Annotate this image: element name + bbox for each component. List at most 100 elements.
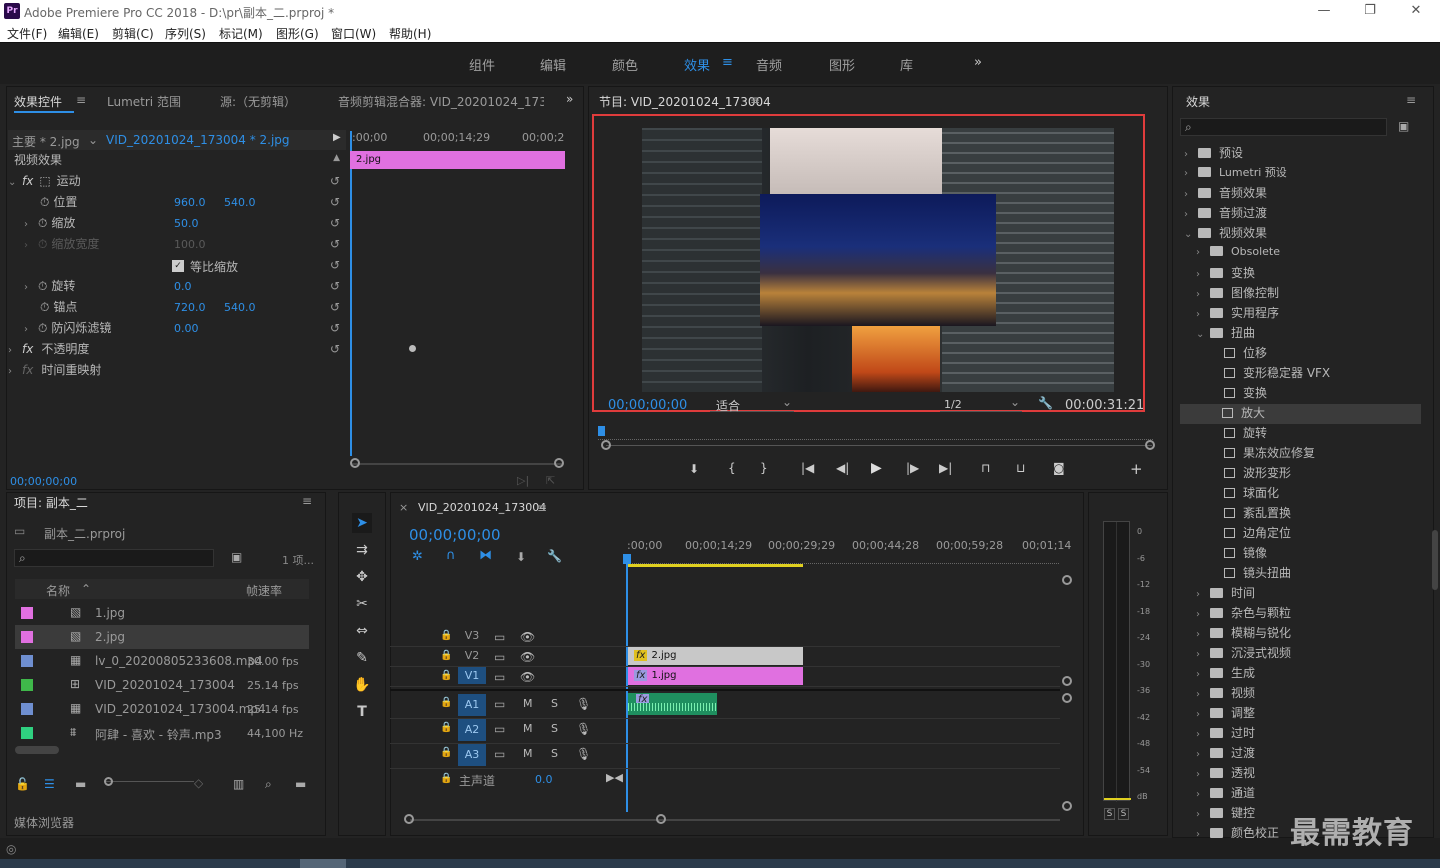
reset-icon[interactable]: ↺	[330, 279, 340, 293]
project-menu-icon[interactable]: ≡	[302, 494, 312, 508]
voice-over-record-icon[interactable]: 🎙	[576, 722, 591, 736]
uniform-scale-checkbox[interactable]: ✓	[172, 260, 184, 272]
stopwatch-icon[interactable]: ⏱	[38, 279, 47, 293]
step-back-icon[interactable]: ◀|	[836, 461, 849, 475]
time-remap-row[interactable]: › fx 时间重映射	[8, 361, 344, 381]
collapsed-arrow-icon[interactable]: ›	[1184, 149, 1198, 160]
zoom-slider[interactable]	[104, 781, 194, 782]
play-icon[interactable]: ▶	[871, 460, 882, 476]
program-zoom-handle-right[interactable]	[1145, 440, 1155, 450]
type-tool-icon[interactable]: T	[352, 702, 372, 722]
solo-right-button[interactable]: S	[1118, 808, 1129, 820]
tab-source[interactable]: 源:（无剪辑）	[220, 93, 296, 110]
sequence-tab[interactable]: VID_20201024_173004	[418, 501, 546, 514]
ec-timecode[interactable]: 00;00;00;00	[10, 475, 77, 488]
collapsed-arrow-icon[interactable]: ›	[1196, 769, 1210, 780]
timeline-zoom-handle-left[interactable]	[404, 814, 414, 824]
toggle-track-output-icon[interactable]: 👁	[520, 630, 535, 644]
razor-tool-icon[interactable]: ✂	[352, 594, 372, 614]
program-ruler[interactable]	[598, 432, 1153, 440]
reset-icon[interactable]: ↺	[330, 174, 340, 188]
export-frame-icon[interactable]: ◙	[1053, 461, 1065, 475]
solo-left-button[interactable]: S	[1104, 808, 1115, 820]
column-fps[interactable]: 帧速率	[246, 582, 282, 599]
project-item[interactable]: #2fd080 ⩩ 阿肆 - 喜欢 - 铃声.mp3 44,100 Hz	[15, 721, 309, 745]
mark-in-icon[interactable]: {	[728, 461, 736, 475]
ripple-edit-tool-icon[interactable]: ✥	[352, 567, 372, 587]
new-bin-from-search-icon[interactable]: ▣	[231, 550, 242, 564]
tab-effect-controls[interactable]: 效果控件	[14, 93, 62, 110]
label-color-chip[interactable]: #e070e0	[21, 607, 33, 619]
panel-overflow-icon[interactable]: »	[566, 92, 573, 106]
toggle-sync-lock-icon[interactable]: ▭	[494, 650, 505, 664]
timeline-menu-icon[interactable]: ≡	[537, 501, 547, 515]
solo-track-button[interactable]: S	[551, 697, 558, 710]
effects-item[interactable]: 紊乱置换	[1182, 504, 1422, 524]
toggle-sync-lock-icon[interactable]: ▭	[494, 670, 505, 684]
timeline-ruler[interactable]	[627, 556, 1059, 564]
effects-folder[interactable]: › 调整	[1182, 704, 1422, 724]
toggle-sync-lock-icon[interactable]: ▭	[494, 722, 505, 736]
workspace-graphics[interactable]: 图形	[829, 55, 855, 74]
render-icon[interactable]: ▷|	[517, 474, 529, 487]
effects-scrollbar[interactable]	[1432, 530, 1438, 590]
workspace-effects[interactable]: 效果	[684, 55, 710, 74]
menu-graphics[interactable]: 图形(G)	[276, 25, 319, 42]
solo-track-button[interactable]: S	[551, 747, 558, 760]
close-sequence-icon[interactable]: ×	[399, 501, 408, 514]
go-to-in-icon[interactable]: |◀	[801, 461, 814, 475]
program-zoom-handle-left[interactable]	[601, 440, 611, 450]
extract-icon[interactable]: ⊔	[1016, 461, 1025, 475]
collapsed-arrow-icon[interactable]: ›	[1184, 209, 1198, 220]
lock-track-icon[interactable]: 🔒	[440, 670, 452, 681]
effects-folder[interactable]: › 过时	[1182, 724, 1422, 744]
workspace-audio[interactable]: 音频	[756, 55, 782, 74]
effects-item[interactable]: 边角定位	[1182, 524, 1422, 544]
collapse-icon[interactable]: ▲	[333, 153, 340, 163]
master-clip-label[interactable]: 主要 * 2.jpg	[12, 133, 80, 150]
collapsed-arrow-icon[interactable]: ›	[1196, 669, 1210, 680]
collapsed-arrow-icon[interactable]: ›	[1196, 729, 1210, 740]
reset-icon[interactable]: ↺	[330, 237, 340, 251]
track-label-a1[interactable]: A1	[458, 694, 486, 716]
v-scroll-handle-top[interactable]	[1062, 575, 1072, 585]
menu-marker[interactable]: 标记(M)	[219, 25, 263, 42]
menu-window[interactable]: 窗口(W)	[331, 25, 376, 42]
close-button[interactable]: ✕	[1402, 2, 1430, 20]
reset-icon[interactable]: ↺	[330, 342, 340, 356]
sort-ascending-icon[interactable]: ⌃	[81, 582, 91, 596]
anchor-y-value[interactable]: 540.0	[224, 301, 256, 314]
menu-sequence[interactable]: 序列(S)	[165, 25, 206, 42]
effects-folder[interactable]: › 过渡	[1182, 744, 1422, 764]
go-to-out-icon[interactable]: ▶|	[939, 461, 952, 475]
menu-clip[interactable]: 剪辑(C)	[112, 25, 154, 42]
effects-item[interactable]: 变换	[1182, 384, 1422, 404]
toggle-track-output-icon[interactable]: 👁	[520, 650, 535, 664]
program-playhead[interactable]	[598, 426, 605, 436]
effects-title[interactable]: 效果	[1186, 93, 1210, 110]
workspace-menu-icon[interactable]: ≡	[722, 55, 733, 70]
v-scroll-handle-mid[interactable]	[1062, 676, 1072, 686]
effects-menu-icon[interactable]: ≡	[1406, 93, 1416, 107]
motion-transform-icon[interactable]: ⬚	[39, 174, 50, 188]
clip-a1-audio[interactable]: fx	[628, 693, 717, 715]
project-item[interactable]: #e070e0 ▧ 2.jpg	[15, 625, 309, 649]
lock-icon[interactable]: 🔓	[15, 777, 30, 791]
effects-folder[interactable]: › 通道	[1182, 784, 1422, 804]
new-bin-icon[interactable]: ▬	[295, 777, 306, 791]
go-to-next-edit-icon[interactable]: ▶◀	[606, 771, 623, 784]
step-forward-icon[interactable]: |▶	[906, 461, 919, 475]
find-icon[interactable]: ⌕	[265, 777, 272, 792]
effects-folder[interactable]: › 模糊与锐化	[1182, 624, 1422, 644]
tab-audio-clip-mixer[interactable]: 音频剪辑混合器: VID_20201024_17300	[338, 93, 544, 110]
workspace-libraries[interactable]: 库	[900, 55, 913, 74]
mute-track-button[interactable]: M	[523, 722, 533, 735]
ec-scroll-handle-right[interactable]	[554, 458, 564, 468]
opacity-row[interactable]: › fx 不透明度 ↺	[8, 340, 344, 360]
effects-folder[interactable]: › 杂色与颗粒	[1182, 604, 1422, 624]
workspace-overflow-icon[interactable]: »	[974, 55, 982, 70]
wrench-icon[interactable]: 🔧	[1038, 396, 1053, 410]
voice-over-record-icon[interactable]: 🎙	[576, 747, 591, 761]
lock-track-icon[interactable]: 🔒	[440, 747, 452, 758]
program-zoom-bar[interactable]	[606, 445, 1152, 446]
